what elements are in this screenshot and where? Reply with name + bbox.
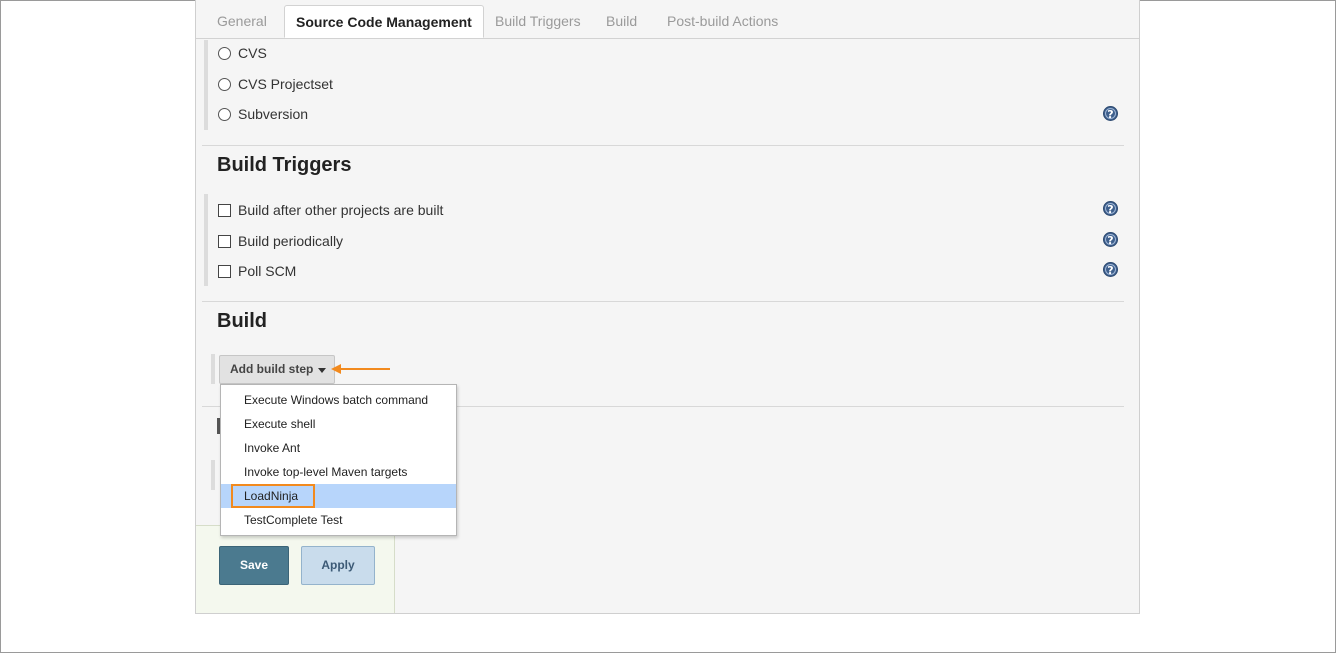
job-config-panel: General Source Code Management Build Tri… <box>195 0 1140 614</box>
trigger-option-label: Build periodically <box>238 233 344 249</box>
help-icon[interactable]: ? <box>1103 262 1118 277</box>
tab-general[interactable]: General <box>217 6 267 37</box>
menu-item-label: LoadNinja <box>244 489 299 503</box>
scm-option-label: Subversion <box>238 106 309 122</box>
help-icon[interactable]: ? <box>1103 232 1118 247</box>
trigger-option-label: Poll SCM <box>238 263 297 279</box>
tab-post-build-actions[interactable]: Post-build Actions <box>667 6 778 37</box>
section-heading-build: Build <box>217 310 267 332</box>
menu-item-loadninja[interactable]: LoadNinja <box>221 484 456 508</box>
section-divider <box>202 301 1124 302</box>
tab-source-code-management[interactable]: Source Code Management <box>284 5 484 38</box>
scm-section-bar <box>204 40 208 130</box>
build-section-bar <box>211 354 215 384</box>
annotation-arrow-line <box>340 368 390 370</box>
config-tab-bar: General Source Code Management Build Tri… <box>196 0 1139 39</box>
scm-option-label: CVS <box>238 45 267 61</box>
trigger-option-poll-scm[interactable]: Poll SCM <box>218 263 296 279</box>
scm-option-label: CVS Projectset <box>238 76 333 92</box>
checkbox[interactable] <box>218 234 231 248</box>
menu-item-maven-targets[interactable]: Invoke top-level Maven targets <box>221 460 456 484</box>
add-build-step-label: Add build step <box>230 362 314 376</box>
section-divider <box>202 145 1124 146</box>
save-button[interactable]: Save <box>219 546 289 585</box>
help-icon[interactable]: ? <box>1103 201 1118 216</box>
help-icon[interactable]: ? <box>1103 106 1118 121</box>
menu-item-execute-shell[interactable]: Execute shell <box>221 412 456 436</box>
tab-build[interactable]: Build <box>606 6 637 37</box>
scm-option-cvs-projectset[interactable]: CVS Projectset <box>218 76 333 92</box>
scm-option-subversion[interactable]: Subversion <box>218 106 308 122</box>
scm-option-cvs[interactable]: CVS <box>218 45 267 61</box>
checkbox[interactable] <box>218 203 231 217</box>
menu-item-invoke-ant[interactable]: Invoke Ant <box>221 436 456 460</box>
radio-button[interactable] <box>218 46 231 60</box>
chevron-down-icon <box>318 368 326 373</box>
trigger-option-label: Build after other projects are built <box>238 202 444 218</box>
menu-item-windows-batch[interactable]: Execute Windows batch command <box>221 388 456 412</box>
checkbox[interactable] <box>218 264 231 278</box>
trigger-option-periodically[interactable]: Build periodically <box>218 233 343 249</box>
add-build-step-button[interactable]: Add build step <box>219 355 335 384</box>
obscured-section-bar <box>211 460 215 490</box>
tab-build-triggers[interactable]: Build Triggers <box>495 6 581 37</box>
triggers-section-bar <box>204 194 208 286</box>
menu-item-testcomplete[interactable]: TestComplete Test <box>221 508 456 532</box>
apply-button[interactable]: Apply <box>301 546 375 585</box>
section-heading-build-triggers: Build Triggers <box>217 154 352 176</box>
radio-button[interactable] <box>218 107 231 121</box>
radio-button[interactable] <box>218 77 231 91</box>
trigger-option-after-other-projects[interactable]: Build after other projects are built <box>218 202 443 218</box>
build-step-dropdown-menu: Execute Windows batch command Execute sh… <box>220 384 457 536</box>
